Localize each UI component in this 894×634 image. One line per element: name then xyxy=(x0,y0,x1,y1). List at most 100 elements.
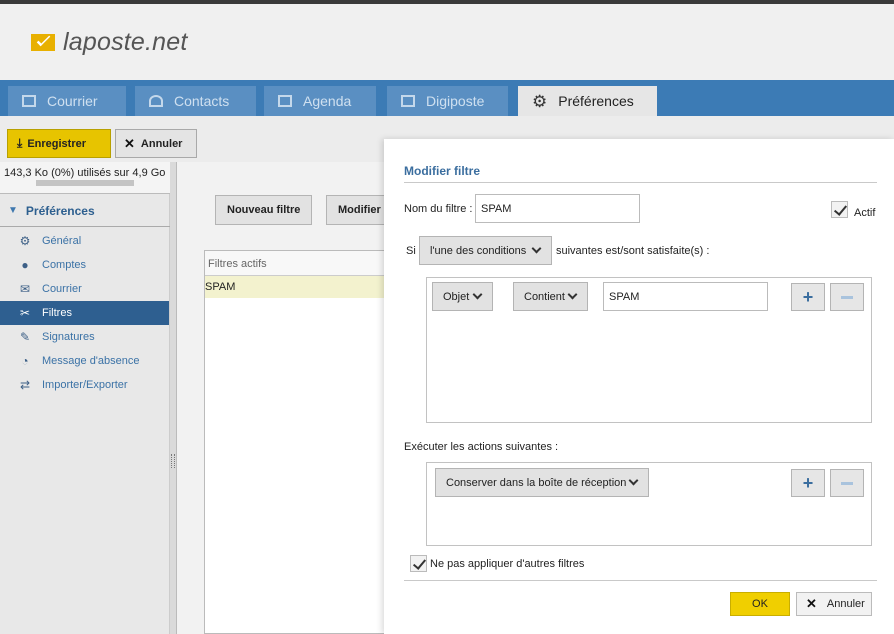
sidebar-item-courrier[interactable]: ✉ Courrier xyxy=(0,277,169,301)
dialog-title: Modifier filtre xyxy=(404,164,481,178)
calendar-icon xyxy=(278,95,292,107)
if-label: Si xyxy=(406,245,416,257)
tab-label: Contacts xyxy=(174,93,230,109)
sidebar-item-comptes[interactable]: ● Comptes xyxy=(0,253,169,277)
tab-label: Préférences xyxy=(558,93,634,109)
user-icon: ● xyxy=(21,258,29,272)
sidebar-item-label: Signatures xyxy=(42,331,95,343)
sidebar-item-label: Général xyxy=(42,235,82,247)
new-filter-button[interactable]: Nouveau filtre xyxy=(215,195,313,225)
condition-suffix: suivantes est/sont satisfaite(s) : xyxy=(556,245,710,257)
logo[interactable]: laposte.net xyxy=(31,28,188,57)
active-filters-list: Filtres actifs SPAM xyxy=(204,250,404,634)
gear-icon: ⚙ xyxy=(532,91,548,111)
cancel-label: Annuler xyxy=(140,137,183,150)
sidebar-item-absence[interactable]: ◔ Message d'absence xyxy=(0,349,169,373)
tab-courrier[interactable]: Courrier xyxy=(8,86,126,116)
chevron-down-icon: ▼ xyxy=(8,205,18,216)
save-label: Enregistrer xyxy=(27,137,87,150)
condition-mode-select[interactable]: l'une des conditions xyxy=(419,236,552,265)
divider xyxy=(404,182,877,183)
save-icon: ⤓ xyxy=(17,136,23,150)
sidebar: 143,3 Ko (0%) utilisés sur 4,9 Go ▼ Préf… xyxy=(0,162,170,634)
sidebar-item-label: Courrier xyxy=(42,283,82,295)
sidebar-heading[interactable]: ▼ Préférences xyxy=(0,195,170,227)
tab-label: Courrier xyxy=(47,93,98,109)
actions-panel: Conserver dans la boîte de réception + xyxy=(426,462,872,546)
absence-icon: ◔ xyxy=(21,354,29,368)
sidebar-item-signatures[interactable]: ✎ Signatures xyxy=(0,325,169,349)
condition-mode-value: l'une des conditions xyxy=(430,244,527,257)
mail-icon xyxy=(22,95,36,107)
chevron-down-icon xyxy=(567,289,578,300)
import-export-icon: ⇄ xyxy=(19,378,31,392)
sidebar-item-general[interactable]: ⚙ Général xyxy=(0,229,169,253)
add-action-button[interactable]: + xyxy=(791,469,825,497)
cancel-button[interactable]: ✕ Annuler xyxy=(115,129,197,158)
main-nav: Courrier Contacts Agenda Digiposte ⚙ Pré… xyxy=(0,80,894,116)
actions-label: Exécuter les actions suivantes : xyxy=(404,441,559,453)
mail-icon: ✉ xyxy=(19,282,31,296)
divider xyxy=(404,580,877,581)
no-other-filters-label: Ne pas appliquer d'autres filtres xyxy=(430,558,585,570)
chevron-down-icon xyxy=(472,289,483,300)
plus-icon: + xyxy=(802,287,814,307)
condition-field-select[interactable]: Objet xyxy=(432,282,493,311)
dialog-cancel-label: Annuler xyxy=(826,598,865,610)
sidebar-item-label: Comptes xyxy=(42,259,87,271)
no-other-filters-checkbox[interactable] xyxy=(410,555,427,572)
close-icon: ✕ xyxy=(124,135,135,151)
logo-text: laposte.net xyxy=(63,28,188,56)
quota-bar xyxy=(36,180,134,186)
tab-contacts[interactable]: Contacts xyxy=(135,86,256,116)
quota-info: 143,3 Ko (0%) utilisés sur 4,9 Go xyxy=(0,162,170,194)
remove-action-button[interactable] xyxy=(830,469,864,497)
edit-filter-dialog: Modifier filtre Nom du filtre : SPAM Act… xyxy=(384,139,894,634)
list-item[interactable]: SPAM xyxy=(205,276,403,298)
tab-preferences[interactable]: ⚙ Préférences xyxy=(518,86,657,116)
condition-operator-value: Contient xyxy=(524,290,565,303)
condition-operator-select[interactable]: Contient xyxy=(513,282,588,311)
new-filter-label: Nouveau filtre xyxy=(227,204,301,216)
filter-name-label: Nom du filtre : xyxy=(404,203,473,215)
sidebar-item-label: Importer/Exporter xyxy=(42,379,128,391)
pen-icon: ✎ xyxy=(19,330,31,344)
splitter-grip-icon xyxy=(171,454,175,468)
condition-value-input[interactable]: SPAM xyxy=(603,282,768,311)
active-label: Actif xyxy=(854,207,876,219)
filter-icon: ✂ xyxy=(19,306,31,320)
gear-icon: ⚙ xyxy=(19,234,31,248)
tab-digiposte[interactable]: Digiposte xyxy=(387,86,508,116)
quota-text: 143,3 Ko (0%) utilisés sur 4,9 Go xyxy=(4,167,166,179)
sidebar-item-label: Message d'absence xyxy=(42,355,140,367)
contacts-icon xyxy=(149,95,163,107)
header: laposte.net xyxy=(0,4,894,80)
sidebar-heading-label: Préférences xyxy=(25,203,95,218)
ok-label: OK xyxy=(752,598,768,610)
filter-name-input[interactable]: SPAM xyxy=(475,194,640,223)
chevron-down-icon xyxy=(531,243,542,254)
tab-label: Digiposte xyxy=(426,93,485,109)
action-value: Conserver dans la boîte de réception xyxy=(446,476,627,489)
save-button[interactable]: ⤓ Enregistrer xyxy=(7,129,111,158)
dialog-cancel-button[interactable]: ✕ Annuler xyxy=(796,592,872,616)
envelope-logo-icon xyxy=(31,34,55,51)
chevron-down-icon xyxy=(628,475,639,486)
tab-label: Agenda xyxy=(303,93,352,109)
condition-field-value: Objet xyxy=(443,290,470,303)
plus-icon: + xyxy=(802,473,814,493)
conditions-panel: Objet Contient SPAM + xyxy=(426,277,872,423)
action-select[interactable]: Conserver dans la boîte de réception xyxy=(435,468,649,497)
add-condition-button[interactable]: + xyxy=(791,283,825,311)
sidebar-item-import-export[interactable]: ⇄ Importer/Exporter xyxy=(0,373,169,397)
active-checkbox[interactable] xyxy=(831,201,848,218)
digiposte-icon xyxy=(401,95,415,107)
minus-icon xyxy=(841,481,853,485)
modify-filter-label: Modifier xyxy=(338,204,381,216)
sidebar-item-filtres[interactable]: ✂ Filtres xyxy=(0,301,169,325)
sidebar-item-label: Filtres xyxy=(42,307,72,319)
ok-button[interactable]: OK xyxy=(730,592,790,616)
filters-header: Filtres actifs xyxy=(205,251,403,276)
remove-condition-button[interactable] xyxy=(830,283,864,311)
tab-agenda[interactable]: Agenda xyxy=(264,86,376,116)
